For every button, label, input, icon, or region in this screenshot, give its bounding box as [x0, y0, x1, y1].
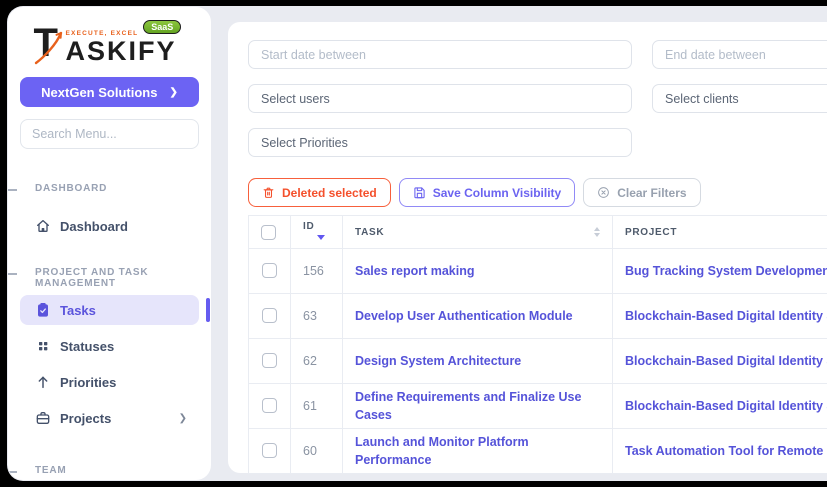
- sidebar: T EXECUTE, EXCEL SaaS ASKIFY NextGen Sol…: [8, 7, 211, 480]
- sort-icon[interactable]: [594, 227, 600, 237]
- trash-icon: [262, 186, 275, 199]
- task-link[interactable]: Sales report making: [355, 264, 475, 278]
- task-id: 63: [291, 294, 343, 339]
- workspace-switcher-button[interactable]: NextGen Solutions ❯: [20, 77, 199, 107]
- table-row: 63 Develop User Authentication Module Bl…: [249, 294, 827, 339]
- row-checkbox[interactable]: [262, 308, 277, 323]
- project-link[interactable]: Blockchain-Based Digital Identity System: [625, 354, 827, 368]
- save-icon: [413, 186, 426, 199]
- section-team: TEAM: [8, 465, 211, 477]
- sidebar-item-dashboard[interactable]: Dashboard: [20, 211, 199, 241]
- select-all-checkbox[interactable]: [261, 225, 276, 240]
- sidebar-item-priorities[interactable]: Priorities: [20, 367, 199, 397]
- sidebar-item-tasks[interactable]: Tasks: [20, 295, 199, 325]
- briefcase-icon: [35, 410, 51, 426]
- table-body: 156 Sales report making Bug Tracking Sys…: [249, 249, 827, 474]
- task-id: 156: [291, 249, 343, 294]
- chevron-right-icon: ❯: [169, 87, 177, 98]
- start-date-filter-input[interactable]: [248, 40, 632, 69]
- row-checkbox[interactable]: [262, 353, 277, 368]
- task-link[interactable]: Design System Architecture: [355, 354, 521, 368]
- sidebar-item-label: Projects: [60, 411, 111, 426]
- save-column-visibility-button[interactable]: Save Column Visibility: [399, 178, 575, 207]
- sidebar-item-label: Tasks: [60, 303, 96, 318]
- chevron-right-icon: ❯: [179, 413, 187, 424]
- table-row: 61 Define Requirements and Finalize Use …: [249, 384, 827, 429]
- table-row: 60 Launch and Monitor Platform Performan…: [249, 429, 827, 474]
- filters: Select users Select clients Select Prior…: [248, 40, 827, 157]
- home-icon: [35, 218, 51, 234]
- table-toolbar: Deleted selected Save Column Visibility …: [248, 178, 827, 207]
- section-dash-icon: [8, 471, 17, 473]
- row-checkbox[interactable]: [262, 263, 277, 278]
- project-link[interactable]: Blockchain-Based Digital Identity System: [625, 309, 827, 323]
- table-row: 156 Sales report making Bug Tracking Sys…: [249, 249, 827, 294]
- project-link[interactable]: Blockchain-Based Digital Identity System: [625, 399, 827, 413]
- logo-wordmark: ASKIFY: [66, 37, 182, 65]
- logo-swoosh-icon: [30, 27, 66, 65]
- clipboard-check-icon: [35, 302, 51, 318]
- column-header-project: PROJECT: [613, 216, 827, 249]
- task-id: 60: [291, 429, 343, 474]
- column-header-id[interactable]: ID: [291, 216, 343, 249]
- table-row: 62 Design System Architecture Blockchain…: [249, 339, 827, 384]
- tasks-panel: Select users Select clients Select Prior…: [228, 22, 827, 473]
- row-checkbox[interactable]: [262, 398, 277, 413]
- grid-icon: [35, 338, 51, 354]
- sidebar-item-label: Statuses: [60, 339, 114, 354]
- end-date-filter-input[interactable]: [652, 40, 827, 69]
- tasks-table: ID TASK PROJECT 156 Sales report making …: [248, 215, 827, 474]
- sort-desc-icon[interactable]: [317, 235, 325, 240]
- table-header-row: ID TASK PROJECT: [249, 216, 827, 249]
- project-link[interactable]: Bug Tracking System Development: [625, 264, 827, 278]
- task-id: 62: [291, 339, 343, 384]
- arrow-up-icon: [35, 374, 51, 390]
- active-item-indicator: [206, 298, 210, 322]
- section-dashboard: DASHBOARD: [8, 183, 211, 195]
- clear-icon: [597, 186, 610, 199]
- workspace-name: NextGen Solutions: [41, 85, 157, 100]
- task-id: 61: [291, 384, 343, 429]
- row-checkbox[interactable]: [262, 443, 277, 458]
- select-clients-dropdown[interactable]: Select clients: [652, 84, 827, 113]
- clear-filters-button[interactable]: Clear Filters: [583, 178, 700, 207]
- sidebar-item-label: Priorities: [60, 375, 116, 390]
- sidebar-item-label: Dashboard: [60, 219, 128, 234]
- saas-badge: SaaS: [143, 20, 181, 34]
- taskify-logo: T EXECUTE, EXCEL SaaS ASKIFY: [34, 21, 186, 67]
- section-project-task-management: PROJECT AND TASK MANAGEMENT: [8, 267, 211, 279]
- section-dash-icon: [8, 273, 17, 275]
- project-link[interactable]: Task Automation Tool for Remote Teams: [625, 444, 827, 458]
- task-link[interactable]: Develop User Authentication Module: [355, 309, 573, 323]
- task-link[interactable]: Launch and Monitor Platform Performance: [355, 435, 529, 467]
- task-link[interactable]: Define Requirements and Finalize Use Cas…: [355, 390, 581, 422]
- select-priorities-dropdown[interactable]: Select Priorities: [248, 128, 632, 157]
- column-header-task[interactable]: TASK: [343, 216, 613, 249]
- sidebar-item-projects[interactable]: Projects ❯: [20, 403, 199, 433]
- sidebar-item-statuses[interactable]: Statuses: [20, 331, 199, 361]
- section-dash-icon: [8, 189, 17, 191]
- app-window: T EXECUTE, EXCEL SaaS ASKIFY NextGen Sol…: [7, 6, 827, 481]
- search-menu-input[interactable]: [20, 119, 199, 149]
- delete-selected-button[interactable]: Deleted selected: [248, 178, 391, 207]
- select-users-dropdown[interactable]: Select users: [248, 84, 632, 113]
